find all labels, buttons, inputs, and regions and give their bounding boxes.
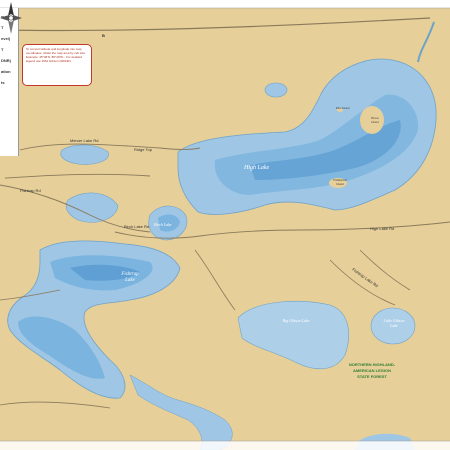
road-label-birch-lake-rd: Birch Lake Rd bbox=[124, 224, 150, 229]
high-lake-label: High Lake bbox=[244, 165, 270, 171]
route-marker: B bbox=[102, 33, 105, 38]
forest-label-line3: STATE FOREST bbox=[357, 374, 387, 379]
pine-island-label: Pine Island bbox=[336, 106, 350, 110]
road-label-ridge-top: Ridge Top bbox=[134, 147, 152, 152]
little-gibson-lake-label: Little Gibson Lake bbox=[383, 318, 405, 328]
legend-item: evel) bbox=[1, 36, 11, 41]
fishing-map[interactable]: evel) T evel) T DNR) ation ts To convert… bbox=[0, 0, 450, 450]
legend-item: T bbox=[1, 47, 4, 52]
coordinate-info-box: To convert latitude and longitude into m… bbox=[22, 44, 92, 86]
road-label-high-lake-rd: High Lake Rd bbox=[370, 226, 395, 231]
top-margin bbox=[0, 0, 450, 8]
fishtrap-lake-label: Fishtrap Lake bbox=[121, 272, 139, 283]
info-text: To convert latitude and longitude into m… bbox=[26, 47, 86, 63]
bottom-margin bbox=[0, 441, 450, 450]
legend-item: ation bbox=[1, 69, 11, 74]
state-forest-label: NORTHERN HIGHLAND- AMERICAN LEGION STATE… bbox=[332, 362, 412, 380]
road-label-fishtrap-rd: Fishtrap Rd bbox=[20, 188, 41, 193]
big-gibson-lake-label: Big Gibson Lake bbox=[282, 318, 310, 323]
road-label-mercer-lake: Mercer Lake Rd bbox=[70, 138, 99, 143]
compass-rose-icon bbox=[0, 2, 22, 34]
birch-lake-label: Birch Lake bbox=[154, 222, 172, 227]
legend-item: DNR) bbox=[1, 58, 11, 63]
legend-item: ts bbox=[1, 80, 5, 85]
heron-island-label: Heron Island bbox=[371, 116, 379, 124]
fiddlestick-island-label: Fiddlestick Island bbox=[333, 178, 347, 186]
small-lake-north bbox=[264, 82, 288, 98]
